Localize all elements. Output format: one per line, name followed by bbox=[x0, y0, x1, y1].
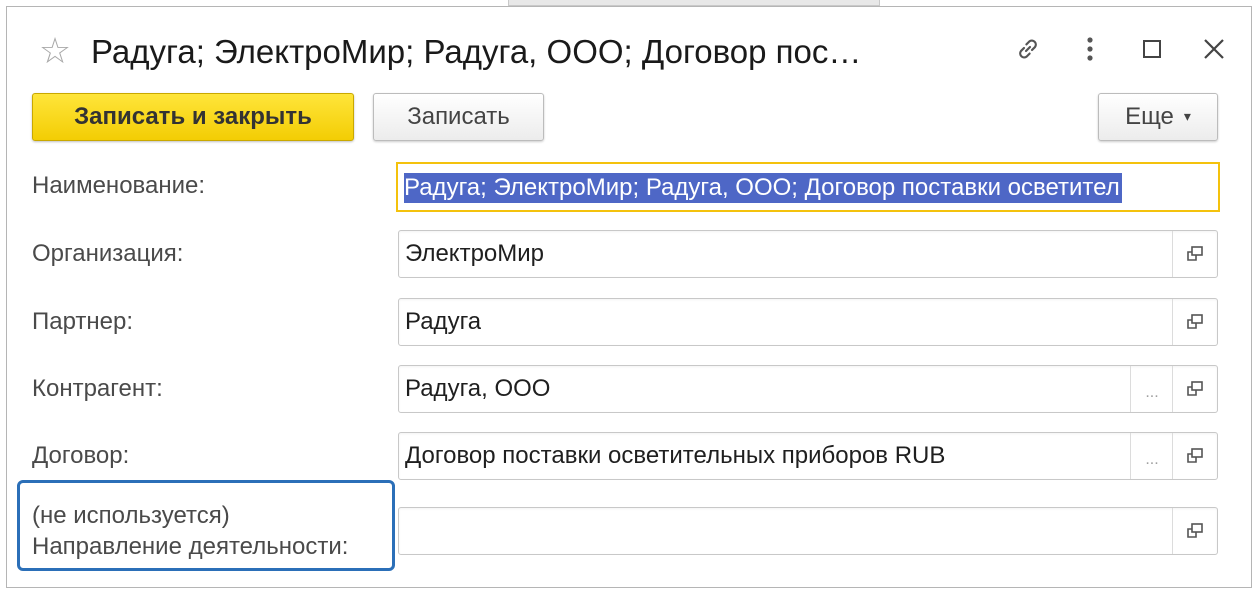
ellipsis-icon[interactable]: ... bbox=[1130, 433, 1173, 479]
more-button[interactable]: Еще ▾ bbox=[1098, 93, 1218, 141]
name-field-value: Радуга; ЭлектроМир; Радуга, ООО; Договор… bbox=[404, 173, 1122, 203]
partner-field-value: Радуга bbox=[405, 308, 482, 335]
activity-direction-field[interactable] bbox=[398, 507, 1218, 555]
window-title: Радуга; ЭлектроМир; Радуга, ООО; Договор… bbox=[91, 33, 862, 70]
close-icon[interactable] bbox=[1192, 27, 1236, 71]
contract-label: Договор: bbox=[32, 442, 130, 469]
counterparty-field-value: Радуга, ООО bbox=[405, 375, 551, 402]
organization-label: Организация: bbox=[32, 240, 184, 267]
more-button-label: Еще bbox=[1125, 103, 1174, 130]
contract-field-value: Договор поставки осветительных приборов … bbox=[405, 442, 946, 469]
save-and-close-button[interactable]: Записать и закрыть bbox=[32, 93, 354, 141]
activity-direction-label-line2: Направление деятельности: bbox=[32, 533, 349, 560]
contract-field[interactable]: Договор поставки осветительных приборов … bbox=[398, 432, 1218, 480]
organization-field-value: ЭлектроМир bbox=[405, 240, 545, 267]
ellipsis-icon[interactable]: ... bbox=[1130, 366, 1173, 412]
open-in-new-window-icon[interactable] bbox=[1172, 433, 1217, 479]
star-icon[interactable]: ☆ bbox=[30, 26, 80, 76]
open-in-new-window-icon[interactable] bbox=[1172, 366, 1217, 412]
organization-field[interactable]: ЭлектроМир bbox=[398, 230, 1218, 278]
activity-direction-label: (не используется) Направление деятельнос… bbox=[32, 500, 348, 562]
activity-direction-label-line1: (не используется) bbox=[32, 502, 230, 529]
save-button[interactable]: Записать bbox=[373, 93, 544, 141]
name-label: Наименование: bbox=[32, 172, 206, 199]
maximize-icon[interactable] bbox=[1130, 27, 1174, 71]
open-in-new-window-icon[interactable] bbox=[1172, 508, 1217, 554]
counterparty-field[interactable]: Радуга, ООО ... bbox=[398, 365, 1218, 413]
partner-label: Партнер: bbox=[32, 308, 134, 335]
open-in-new-window-icon[interactable] bbox=[1172, 231, 1217, 277]
chevron-down-icon: ▾ bbox=[1183, 107, 1191, 124]
open-in-new-window-icon[interactable] bbox=[1172, 299, 1217, 345]
partner-field[interactable]: Радуга bbox=[398, 298, 1218, 346]
link-icon[interactable] bbox=[1006, 27, 1050, 71]
more-vertical-icon[interactable] bbox=[1068, 27, 1112, 71]
counterparty-label: Контрагент: bbox=[32, 375, 163, 402]
name-field[interactable]: Радуга; ЭлектроМир; Радуга, ООО; Договор… bbox=[396, 162, 1220, 212]
